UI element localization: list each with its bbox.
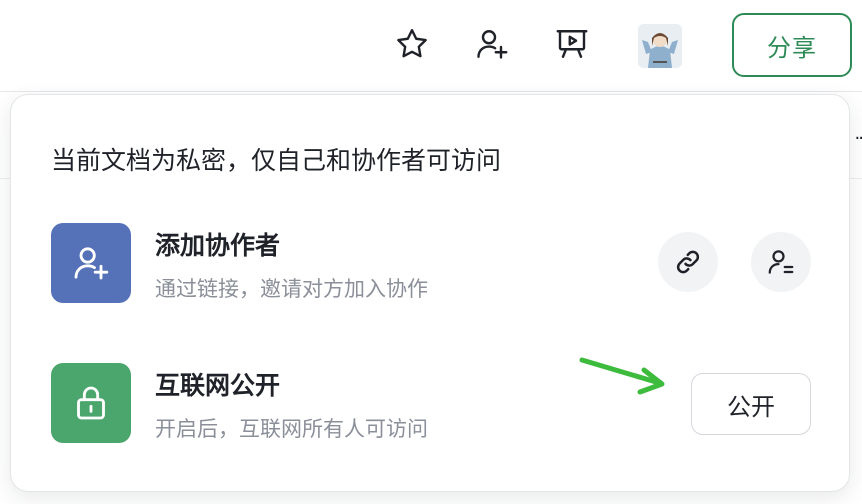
top-toolbar: 分享 bbox=[0, 0, 862, 92]
internet-public-row: 互联网公开 开启后，互联网所有人可访问 公开 bbox=[51, 363, 811, 443]
make-public-button[interactable]: 公开 bbox=[691, 373, 811, 435]
add-collaborator-row: 添加协作者 通过链接，邀请对方加入协作 bbox=[51, 223, 811, 303]
annotation-arrow-icon bbox=[579, 357, 665, 395]
lock-icon bbox=[51, 363, 131, 443]
presentation-icon[interactable] bbox=[552, 22, 592, 66]
star-icon[interactable] bbox=[392, 22, 432, 66]
add-collaborator-title: 添加协作者 bbox=[155, 231, 281, 260]
more-icon[interactable]: ·· bbox=[855, 128, 862, 149]
member-list-button[interactable] bbox=[751, 232, 811, 292]
avatar[interactable] bbox=[638, 24, 682, 68]
privacy-status-text: 当前文档为私密，仅自己和协作者可访问 bbox=[51, 146, 502, 175]
share-button[interactable]: 分享 bbox=[732, 13, 852, 77]
link-icon bbox=[676, 250, 700, 274]
add-collaborator-subtitle: 通过链接，邀请对方加入协作 bbox=[155, 277, 428, 301]
copy-link-button[interactable] bbox=[658, 232, 718, 292]
add-collaborator-icon[interactable] bbox=[472, 22, 512, 66]
share-panel: 当前文档为私密，仅自己和协作者可访问 添加协作者 通过链接，邀请对方加入协作 互… bbox=[10, 94, 850, 492]
page: 分享 ·· 当前文档为私密，仅自己和协作者可访问 添加协作者 通过链接，邀请对方… bbox=[0, 0, 862, 504]
add-user-icon bbox=[51, 223, 131, 303]
member-list-icon bbox=[768, 250, 794, 274]
internet-public-subtitle: 开启后，互联网所有人可访问 bbox=[155, 417, 428, 441]
internet-public-title: 互联网公开 bbox=[155, 371, 281, 400]
